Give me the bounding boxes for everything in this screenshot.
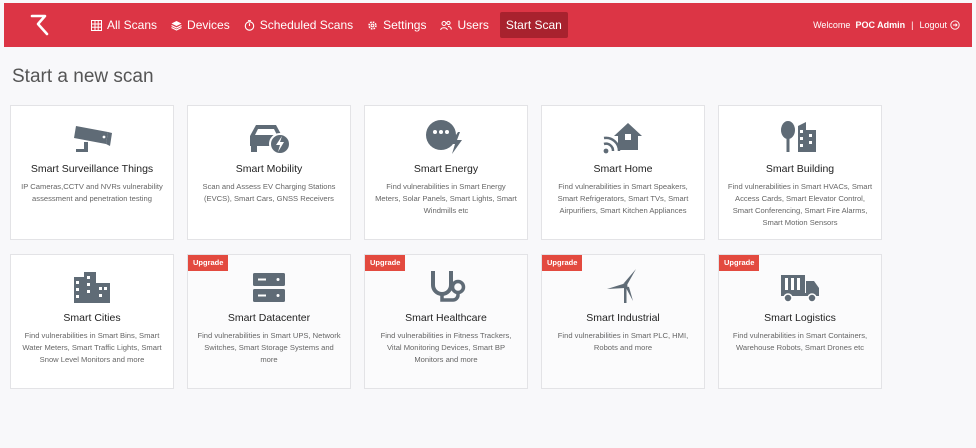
card-title: Smart Home <box>593 163 653 175</box>
nav-scheduled-scans[interactable]: Scheduled Scans <box>237 12 360 38</box>
card-description: Find vulnerabilities in Fitness Trackers… <box>380 331 512 364</box>
card-smart-industrial[interactable]: Upgrade Smart Industrial Find vulnerabil… <box>541 254 705 389</box>
cctv-camera-icon <box>17 116 167 156</box>
card-description: Find vulnerabilities in Smart PLC, HMI, … <box>557 331 689 352</box>
card-smart-mobility[interactable]: Smart Mobility Scan and Assess EV Chargi… <box>187 105 351 240</box>
page-title: Start a new scan <box>12 66 154 87</box>
card-smart-surveillance-things[interactable]: Smart Surveillance Things IP Cameras,CCT… <box>10 105 174 240</box>
card-smart-logistics[interactable]: Upgrade Smart Logistics Find vulnerabili… <box>718 254 882 389</box>
upgrade-badge[interactable]: Upgrade <box>542 255 583 271</box>
upgrade-badge[interactable]: Upgrade <box>719 255 760 271</box>
top-navbar: All Scans Devices Scheduled Scans Settin… <box>4 3 972 47</box>
nav-settings-label: Settings <box>383 18 427 32</box>
main-nav: All Scans Devices Scheduled Scans Settin… <box>84 3 568 47</box>
nav-start-scan[interactable]: Start Scan <box>499 12 568 38</box>
app-logo[interactable] <box>20 3 60 47</box>
logout-icon <box>950 20 960 30</box>
nav-devices[interactable]: Devices <box>164 12 237 38</box>
card-description: Find vulnerabilities in Smart HVACs, Sma… <box>727 182 873 227</box>
layers-icon <box>171 20 182 31</box>
gear-icon <box>368 20 377 30</box>
user-name: POC Admin <box>855 20 906 30</box>
wind-turbine-icon <box>548 265 698 305</box>
nav-settings[interactable]: Settings <box>360 12 433 38</box>
card-title: Smart Industrial <box>586 312 660 324</box>
nav-scheduled-scans-label: Scheduled Scans <box>259 18 354 32</box>
card-title: Smart Building <box>765 163 835 175</box>
scan-category-grid: Smart Surveillance Things IP Cameras,CCT… <box>10 105 886 389</box>
card-smart-cities[interactable]: Smart Cities Find vulnerabilities in Sma… <box>10 254 174 389</box>
nav-all-scans-label: All Scans <box>107 18 158 32</box>
card-smart-building[interactable]: Smart Building Find vulnerabilities in S… <box>718 105 882 240</box>
smart-home-icon <box>548 116 698 156</box>
users-icon <box>440 20 453 30</box>
card-title: Smart Mobility <box>235 163 303 175</box>
server-icon <box>194 265 344 305</box>
card-description: Find vulnerabilities in Smart Energy Met… <box>375 182 517 215</box>
truck-icon <box>725 265 875 305</box>
table-icon <box>91 19 102 31</box>
bulb-bolt-icon <box>371 116 521 156</box>
logout-link[interactable]: Logout <box>919 20 960 30</box>
upgrade-badge[interactable]: Upgrade <box>365 255 406 271</box>
user-area: Welcome POC Admin | Logout <box>813 20 972 30</box>
card-smart-home[interactable]: Smart Home Find vulnerabilities in Smart… <box>541 105 705 240</box>
city-icon <box>17 265 167 305</box>
card-description: Find vulnerabilities in Smart Containers… <box>732 331 868 352</box>
nav-devices-label: Devices <box>187 18 230 32</box>
card-description: Scan and Assess EV Charging Stations (EV… <box>202 182 336 203</box>
logout-label: Logout <box>919 20 947 30</box>
card-title: Smart Energy <box>413 163 479 175</box>
card-description: IP Cameras,CCTV and NVRs vulnerability a… <box>21 182 163 203</box>
card-smart-datacenter[interactable]: Upgrade Smart Datacenter Find vulnerabil… <box>187 254 351 389</box>
card-description: Find vulnerabilities in Smart UPS, Netwo… <box>197 331 341 364</box>
nav-users-label: Users <box>457 18 489 32</box>
welcome-text: Welcome <box>813 20 851 30</box>
card-smart-energy[interactable]: Smart Energy Find vulnerabilities in Sma… <box>364 105 528 240</box>
ev-car-icon <box>194 116 344 156</box>
card-title: Smart Datacenter <box>227 312 311 324</box>
card-description: Find vulnerabilities in Smart Bins, Smar… <box>22 331 162 364</box>
card-smart-healthcare[interactable]: Upgrade Smart Healthcare Find vulnerabil… <box>364 254 528 389</box>
stethoscope-icon <box>371 265 521 305</box>
card-description: Find vulnerabilities in Smart Speakers, … <box>557 182 689 215</box>
card-title: Smart Logistics <box>764 312 836 324</box>
nav-separator: | <box>911 20 914 30</box>
timer-icon <box>244 19 254 31</box>
card-title: Smart Cities <box>63 312 121 324</box>
card-title: Smart Healthcare <box>405 312 487 324</box>
nav-all-scans[interactable]: All Scans <box>84 12 164 38</box>
nav-users[interactable]: Users <box>433 12 495 38</box>
building-icon <box>725 116 875 156</box>
card-title: Smart Surveillance Things <box>30 163 154 175</box>
upgrade-badge[interactable]: Upgrade <box>188 255 229 271</box>
